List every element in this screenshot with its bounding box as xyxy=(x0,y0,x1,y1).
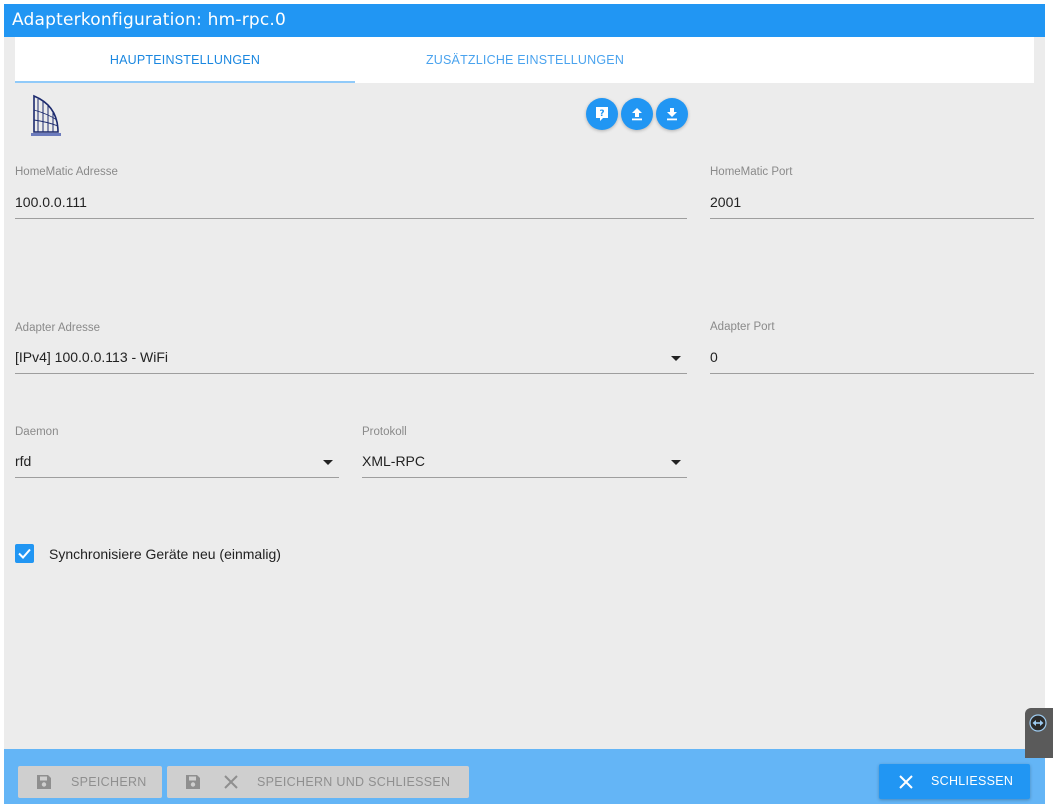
chevron-down-icon xyxy=(671,356,681,361)
homematic-port-input[interactable]: 2001 xyxy=(710,187,1034,219)
adapter-port-label: Adapter Port xyxy=(710,321,775,333)
homematic-logo xyxy=(28,90,64,138)
tab-bar: HAUPTEINSTELLUNGEN ZUSÄTZLICHE EINSTELLU… xyxy=(15,37,1034,83)
homematic-address-label: HomeMatic Adresse xyxy=(15,166,118,178)
save-button[interactable]: SPEICHERN xyxy=(18,766,162,798)
upload-button[interactable] xyxy=(621,98,653,130)
close-button[interactable]: SCHLIESSEN xyxy=(879,764,1030,799)
chevron-down-icon xyxy=(323,460,333,465)
save-and-close-button[interactable]: SPEICHERN UND SCHLIESSEN xyxy=(167,766,469,798)
close-icon xyxy=(224,775,238,789)
remote-support-handle[interactable] xyxy=(1025,708,1053,758)
svg-text:?: ? xyxy=(599,109,604,119)
tab-main-settings[interactable]: HAUPTEINSTELLUNGEN xyxy=(15,37,355,83)
close-button-label: SCHLIESSEN xyxy=(931,774,1014,788)
homematic-port-value: 2001 xyxy=(710,194,742,210)
floppy-disk-icon xyxy=(37,775,51,789)
protocol-value: XML-RPC xyxy=(362,453,426,469)
window-title: Adapterkonfiguration: hm-rpc.0 xyxy=(4,4,1045,37)
help-icon: ? xyxy=(596,107,608,121)
daemon-select[interactable]: rfd xyxy=(15,446,339,478)
homematic-address-input[interactable]: 100.0.0.111 xyxy=(15,187,687,219)
protocol-select[interactable]: XML-RPC xyxy=(362,446,687,478)
sync-devices-checkbox[interactable] xyxy=(15,544,34,563)
daemon-label: Daemon xyxy=(15,426,59,438)
adapter-port-input[interactable]: 0 xyxy=(710,342,1034,374)
save-button-label: SPEICHERN xyxy=(71,775,147,789)
footer-bar: SPEICHERN SPEICHERN UND SCHLIESSEN SCHLI… xyxy=(4,749,1045,804)
daemon-value: rfd xyxy=(15,453,32,469)
homematic-port-label: HomeMatic Port xyxy=(710,166,793,178)
save-and-close-button-label: SPEICHERN UND SCHLIESSEN xyxy=(257,775,451,789)
homematic-address-value: 100.0.0.111 xyxy=(15,194,87,210)
active-tab-indicator xyxy=(15,81,355,83)
download-icon xyxy=(667,108,677,121)
adapter-address-label: Adapter Adresse xyxy=(15,322,101,334)
adapter-address-select[interactable]: [IPv4] 100.0.0.113 - WiFi xyxy=(15,342,687,374)
checkmark-icon xyxy=(18,548,31,559)
adapter-config-window: Adapterkonfiguration: hm-rpc.0 HAUPTEINS… xyxy=(4,4,1045,804)
help-button[interactable]: ? xyxy=(586,98,618,130)
tab-additional-settings[interactable]: ZUSÄTZLICHE EINSTELLUNGEN xyxy=(355,37,695,83)
floppy-disk-icon xyxy=(186,775,200,789)
adapter-address-value: [IPv4] 100.0.0.113 - WiFi xyxy=(15,349,169,365)
download-button[interactable] xyxy=(656,98,688,130)
upload-icon xyxy=(632,108,642,121)
close-icon xyxy=(899,775,913,789)
protocol-label: Protokoll xyxy=(362,426,407,438)
chevron-down-icon xyxy=(671,460,681,465)
remote-arrows-icon xyxy=(1029,714,1047,732)
sync-devices-label: Synchronisiere Geräte neu (einmalig) xyxy=(49,546,281,562)
adapter-port-value: 0 xyxy=(710,349,718,365)
